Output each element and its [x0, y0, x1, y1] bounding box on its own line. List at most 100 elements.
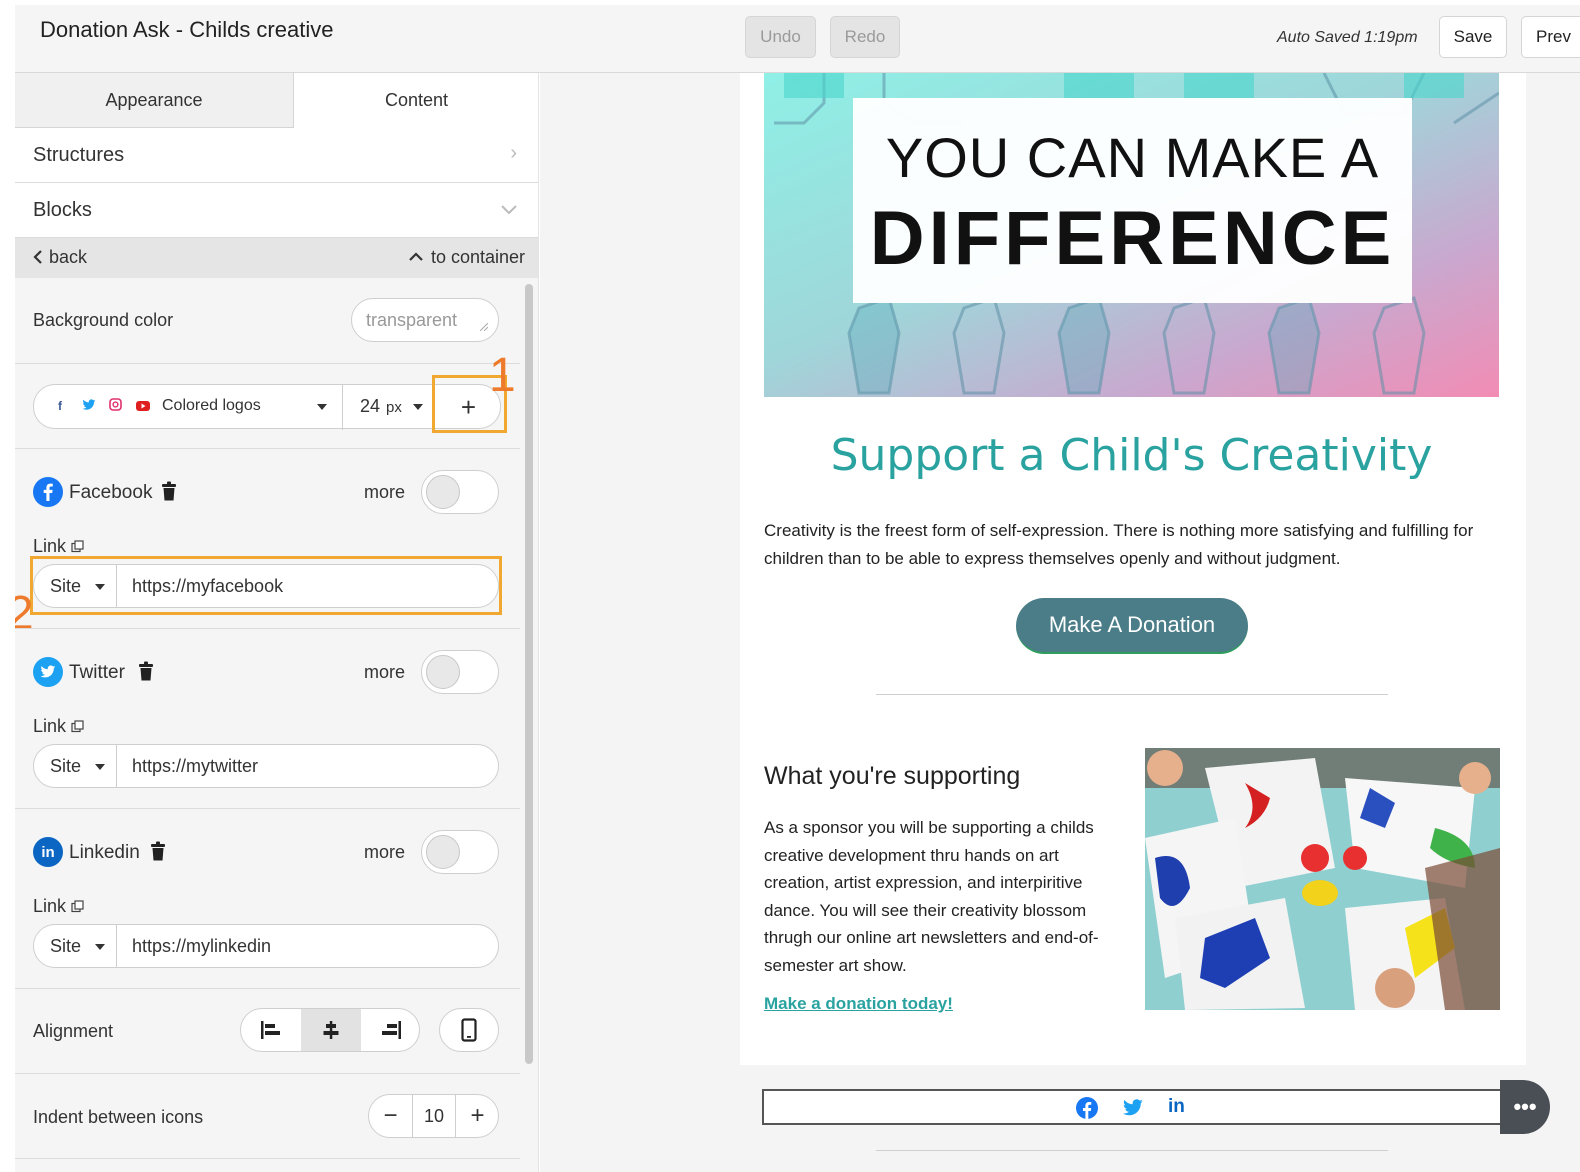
caret-down-icon: [317, 404, 327, 410]
divider: [15, 808, 520, 809]
divider: [15, 448, 520, 449]
chevron-right-icon: ›: [510, 142, 517, 164]
alignment-group: [240, 1008, 420, 1052]
facebook-icon[interactable]: [1076, 1097, 1098, 1119]
background-color-picker[interactable]: transparent: [351, 298, 499, 342]
facebook-more-toggle[interactable]: [421, 470, 499, 514]
caret-down-icon: [95, 764, 105, 770]
annotation-number-1: 1: [489, 349, 516, 402]
back-row: back to container: [15, 238, 538, 278]
hero-heading-line2: DIFFERENCE: [869, 196, 1396, 281]
structures-label: Structures: [33, 144, 125, 166]
email-headline: Support a Child's Creativity: [830, 430, 1433, 481]
blocks-section[interactable]: Blocks: [15, 183, 538, 238]
make-donation-button[interactable]: Make A Donation: [1016, 598, 1248, 654]
tab-appearance[interactable]: Appearance: [15, 73, 294, 128]
link-type-select[interactable]: Site: [50, 936, 81, 957]
icon-size-unit: px: [386, 399, 402, 416]
back-label: back: [49, 247, 88, 267]
linkedin-url-input[interactable]: https://mylinkedin: [132, 936, 271, 957]
twitter-more-toggle[interactable]: [421, 650, 499, 694]
copy-icon: [71, 540, 84, 553]
undo-button[interactable]: Undo: [745, 16, 816, 58]
icon-style-controls: f Colored logos 24 px +: [33, 384, 501, 430]
mobile-view-button[interactable]: [439, 1008, 499, 1052]
trash-icon[interactable]: [161, 481, 177, 501]
linkedin-link-field: Site https://mylinkedin: [33, 924, 499, 968]
blocks-label: Blocks: [33, 199, 92, 221]
icon-size-select[interactable]: 24: [360, 396, 380, 417]
align-right-button[interactable]: [361, 1009, 419, 1051]
chevron-left-icon: [33, 250, 42, 264]
indent-value-input[interactable]: 10: [412, 1095, 456, 1137]
link-type-select[interactable]: Site: [50, 756, 81, 777]
toggle-knob: [426, 835, 460, 869]
save-button[interactable]: Save: [1439, 16, 1507, 58]
social-icons-block[interactable]: in: [762, 1089, 1502, 1125]
trash-icon[interactable]: [150, 841, 166, 861]
mobile-icon-wrap: [440, 1009, 498, 1051]
linkedin-icon[interactable]: in: [1168, 1096, 1185, 1118]
linkedin-more-toggle[interactable]: [421, 830, 499, 874]
indent-increase-button[interactable]: +: [456, 1095, 498, 1137]
twitter-icon[interactable]: [1122, 1099, 1144, 1117]
facebook-label: Facebook: [69, 482, 153, 503]
panel-tabs: Appearance Content: [15, 73, 538, 128]
align-center-icon: [323, 1021, 339, 1039]
children-painting-photo: [1145, 748, 1500, 1010]
indent-decrease-button[interactable]: −: [369, 1095, 412, 1137]
email-intro-text: Creativity is the freest form of self-ex…: [764, 521, 1474, 568]
divider: [342, 385, 343, 430]
youtube-mini-icon: [136, 400, 150, 414]
resize-corner-icon: [480, 323, 488, 331]
divider: [116, 745, 117, 787]
indent-stepper: − 10 +: [368, 1094, 499, 1138]
align-right-icon: [382, 1021, 401, 1039]
divider: [15, 1073, 520, 1074]
linkedin-label: Linkedin: [69, 842, 140, 863]
copy-icon: [71, 900, 84, 913]
content-divider: [876, 1150, 1388, 1151]
copy-icon: [71, 720, 84, 733]
background-color-label: Background color: [33, 310, 174, 330]
donate-today-link[interactable]: Make a donation today!: [764, 994, 953, 1014]
caret-down-icon: [413, 404, 423, 410]
twitter-url-input[interactable]: https://mytwitter: [132, 756, 258, 777]
annotation-box-2: [30, 556, 502, 615]
align-left-button[interactable]: [241, 1009, 301, 1051]
twitter-label: Twitter: [69, 662, 125, 683]
twitter-link-field: Site https://mytwitter: [33, 744, 499, 788]
background-color-value: transparent: [366, 309, 458, 330]
facebook-more-label: more: [364, 482, 406, 502]
support-section-text: As a sponsor you will be supporting a ch…: [764, 818, 1099, 975]
preview-button[interactable]: Prev: [1521, 16, 1580, 58]
panel-scrollbar[interactable]: [525, 284, 533, 1064]
linkedin-icon: in: [33, 837, 63, 867]
caret-down-icon: [95, 944, 105, 950]
facebook-link-label: Link: [33, 536, 84, 557]
divider: [116, 925, 117, 967]
align-left-icon: [261, 1021, 280, 1039]
redo-button[interactable]: Redo: [830, 16, 900, 58]
content-divider: [876, 694, 1388, 695]
align-center-button[interactable]: [301, 1009, 361, 1051]
twitter-link-label: Link: [33, 716, 84, 737]
trash-icon[interactable]: [138, 661, 154, 681]
auto-saved-status: Auto Saved 1:19pm: [1277, 29, 1418, 46]
twitter-more-label: more: [364, 662, 406, 682]
settings-panel: Appearance Content Structures › Blocks b…: [15, 73, 539, 1172]
annotation-number-2: 2: [15, 586, 34, 641]
divider: [15, 988, 520, 989]
to-container-link[interactable]: to container: [409, 247, 525, 268]
structures-section[interactable]: Structures ›: [15, 128, 538, 183]
icon-style-select[interactable]: Colored logos: [162, 397, 261, 415]
to-container-label: to container: [430, 247, 525, 267]
linkedin-link-label: Link: [33, 896, 84, 917]
back-link[interactable]: back: [33, 247, 87, 268]
chevron-up-icon: [409, 252, 423, 261]
hero-heading-line1: YOU CAN MAKE A: [885, 126, 1380, 189]
facebook-mini-icon: f: [58, 399, 62, 413]
linkedin-more-label: more: [364, 842, 406, 862]
tab-content[interactable]: Content: [294, 73, 538, 128]
indent-label: Indent between icons: [33, 1107, 204, 1127]
